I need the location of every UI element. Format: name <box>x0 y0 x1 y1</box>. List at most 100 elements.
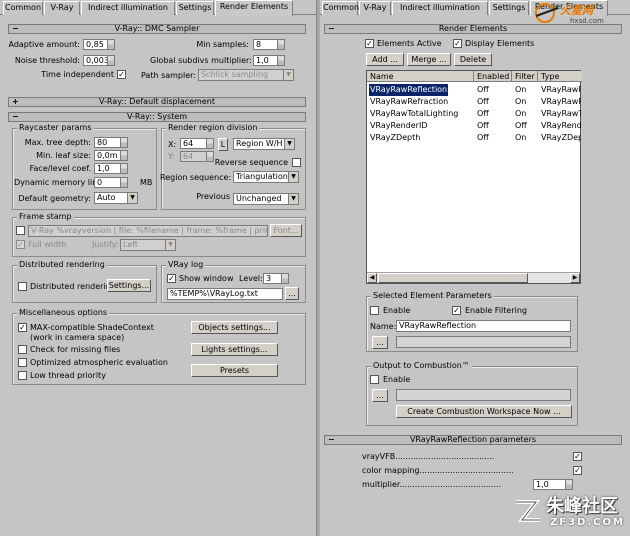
min-samples-label: Min samples: <box>196 40 249 49</box>
elements-list[interactable]: Name Enabled Filter Type VRayRawReflecti… <box>366 70 582 284</box>
region-mode-dropdown[interactable]: Region W/H ▼ <box>233 138 295 150</box>
face-level-coef-spinner[interactable]: 1,0 <box>94 163 128 174</box>
scroll-left-icon[interactable]: ◀ <box>367 273 377 283</box>
reverse-sequence-label: Reverse sequence <box>214 158 288 167</box>
combustion-enable-label: Enable <box>383 375 411 384</box>
render-region-title: Render region division <box>166 123 260 133</box>
row-filter: On <box>515 85 527 94</box>
region-x-spinner[interactable]: 64 <box>180 138 214 149</box>
logo-icon <box>535 3 559 23</box>
font-button: Font... <box>270 224 302 237</box>
combustion-path-field[interactable] <box>396 389 571 401</box>
dynamic-memory-spinner[interactable]: 0 <box>94 177 128 188</box>
color-mapping-label: color mapping...........................… <box>362 466 514 475</box>
table-row[interactable]: VRayRawReflection Off On VRayRawR <box>367 83 581 97</box>
merge-element-button[interactable]: Merge ... <box>407 53 451 66</box>
zf3d-cn-text: 朱峰社区 <box>546 496 618 517</box>
display-elements-checkbox[interactable]: ✓ <box>453 39 462 48</box>
log-path-field[interactable]: %TEMP%\VRayLog.txt <box>167 288 283 300</box>
max-tree-depth-spinner[interactable]: 80 <box>94 137 128 148</box>
element-browse-button[interactable]: ... <box>372 336 388 349</box>
scroll-right-icon[interactable]: ▶ <box>570 273 580 283</box>
default-displacement-header[interactable]: + V-Ray:: Default displacement <box>8 97 306 107</box>
frame-stamp-checkbox[interactable] <box>16 226 25 235</box>
region-lock-button[interactable]: L <box>218 138 228 151</box>
element-parameters-header[interactable]: − VRayRawReflection parameters <box>324 435 622 445</box>
elements-active-checkbox[interactable]: ✓ <box>365 39 374 48</box>
tab-indirect-illumination[interactable]: Indirect illumination <box>392 1 488 15</box>
multiplier-spinner[interactable]: 1,0 <box>533 479 573 490</box>
row-name: VRayRawRefraction <box>370 97 449 106</box>
delete-element-button[interactable]: Delete <box>454 53 492 66</box>
default-geometry-value: Auto <box>97 193 116 202</box>
element-enable-checkbox[interactable] <box>370 306 379 315</box>
region-sequence-label: Region sequence: <box>160 173 232 182</box>
adaptive-amount-spinner[interactable]: 0,85 <box>83 39 115 50</box>
tab-indirect-illumination[interactable]: Indirect illumination <box>81 1 175 15</box>
combustion-browse-button[interactable]: ... <box>372 389 388 402</box>
collapse-icon: − <box>328 24 335 33</box>
column-name[interactable]: Name <box>367 71 474 82</box>
previous-dropdown[interactable]: Unchanged ▼ <box>233 193 299 205</box>
column-type[interactable]: Type <box>538 71 582 82</box>
column-enabled[interactable]: Enabled <box>474 71 512 82</box>
row-type: VRayZDep <box>541 133 581 142</box>
tab-settings[interactable]: Settings <box>489 1 529 15</box>
face-level-coef-label: Face/level coef. <box>29 164 91 173</box>
scroll-thumb[interactable] <box>378 273 528 283</box>
render-elements-header[interactable]: − Render Elements <box>324 24 622 34</box>
low-thread-priority-checkbox[interactable] <box>18 371 27 380</box>
dmc-sampler-header[interactable]: − V-Ray:: DMC Sampler <box>8 24 306 34</box>
lights-settings-button[interactable]: Lights settings... <box>191 343 278 356</box>
check-missing-files-checkbox[interactable] <box>18 345 27 354</box>
objects-settings-button[interactable]: Objects settings... <box>191 321 278 334</box>
presets-button[interactable]: Presets <box>191 364 278 377</box>
element-output-path[interactable] <box>396 336 571 348</box>
region-sequence-dropdown[interactable]: Triangulation ▼ <box>233 171 299 183</box>
element-name-label: Name: <box>370 322 397 331</box>
vrayvfb-checkbox[interactable]: ✓ <box>573 452 582 461</box>
time-independent-label: Time independent <box>41 70 114 79</box>
time-independent-checkbox[interactable]: ✓ <box>117 70 126 79</box>
distributed-rendering-checkbox[interactable] <box>18 282 27 291</box>
reverse-sequence-checkbox[interactable] <box>292 158 301 167</box>
tab-settings[interactable]: Settings <box>176 1 214 15</box>
create-combustion-workspace-button[interactable]: Create Combustion Workspace Now ... <box>396 405 572 418</box>
show-window-checkbox[interactable]: ✓ <box>167 274 176 283</box>
element-name-field[interactable]: VRayRawReflection <box>396 320 571 332</box>
log-level-label: Level: <box>239 274 263 283</box>
global-subdivs-spinner[interactable]: 1,0 <box>253 55 285 66</box>
enable-filtering-checkbox[interactable]: ✓ <box>452 306 461 315</box>
table-row[interactable]: VRayRawTotalLighting Off On VRayRawTot <box>367 108 581 120</box>
combustion-enable-checkbox[interactable] <box>370 375 379 384</box>
table-row[interactable]: VRayRawRefraction Off On VRayRawR <box>367 96 581 108</box>
table-row[interactable]: VRayZDepth Off On VRayZDep <box>367 132 581 144</box>
optimized-atmospheric-label: Optimized atmospheric evaluation <box>30 358 168 367</box>
noise-threshold-spinner[interactable]: 0,003 <box>83 55 115 66</box>
tab-vray[interactable]: V-Ray <box>359 1 391 15</box>
tab-common[interactable]: Common <box>3 1 43 15</box>
tab-vray[interactable]: V-Ray <box>44 1 80 15</box>
tab-common[interactable]: Common <box>322 1 359 15</box>
system-header[interactable]: − V-Ray:: System <box>8 112 306 122</box>
default-geometry-dropdown[interactable]: Auto ▼ <box>94 192 138 204</box>
row-filter: On <box>515 133 527 142</box>
optimized-atmospheric-checkbox[interactable] <box>18 358 27 367</box>
min-samples-spinner[interactable]: 8 <box>253 39 285 50</box>
log-browse-button[interactable]: ... <box>285 287 299 300</box>
horizontal-scrollbar[interactable]: ◀ ▶ <box>367 272 580 283</box>
tab-render-elements[interactable]: Render Elements <box>215 0 293 16</box>
justify-value: Left <box>123 240 139 249</box>
log-level-spinner[interactable]: 3 <box>263 273 289 284</box>
row-enabled: Off <box>477 97 489 106</box>
color-mapping-checkbox[interactable]: ✓ <box>573 466 582 475</box>
distributed-settings-button[interactable]: Settings... <box>107 279 151 292</box>
max-compatible-checkbox[interactable]: ✓ <box>18 323 27 332</box>
left-panel: Common V-Ray Indirect illumination Setti… <box>0 0 316 536</box>
table-row[interactable]: VRayRenderID Off Off VRayRend <box>367 120 581 132</box>
min-leaf-size-spinner[interactable]: 0,0m <box>94 150 128 161</box>
max-compatible-sublabel: (work in camera space) <box>30 333 125 342</box>
add-element-button[interactable]: Add ... <box>366 53 404 66</box>
column-filter[interactable]: Filter <box>512 71 538 82</box>
region-sequence-value: Triangulation <box>236 172 288 181</box>
